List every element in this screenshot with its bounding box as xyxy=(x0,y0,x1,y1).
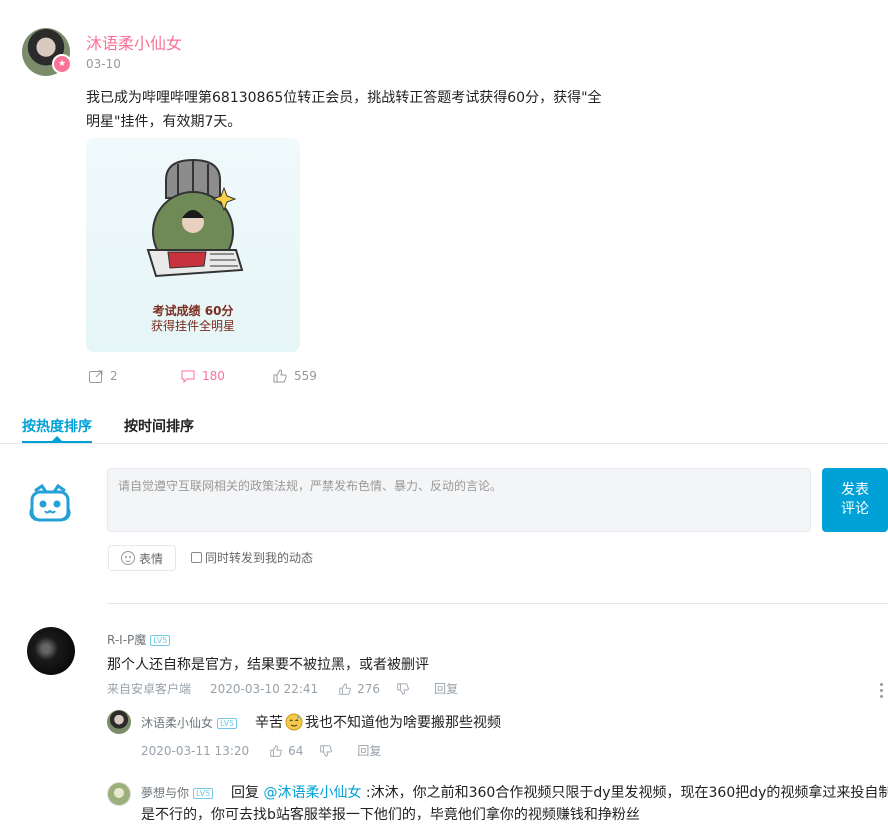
tabs-divider xyxy=(0,443,888,444)
thumbs-up-icon[interactable] xyxy=(269,744,283,758)
active-tab-underline xyxy=(22,441,92,443)
emoji-face-icon xyxy=(120,551,135,565)
active-tab-caret-icon xyxy=(52,436,62,441)
checkbox-icon xyxy=(191,552,202,563)
verified-badge-icon: ★ xyxy=(52,54,72,74)
reply-text-part1: 辛苦 xyxy=(255,715,283,731)
comment-time: 2020-03-10 22:41 xyxy=(210,681,319,696)
comment-like-count: 276 xyxy=(357,681,381,696)
forward-to-feed-checkbox[interactable]: 同时转发到我的动态 xyxy=(191,549,313,566)
reply-author-name: 沐语柔小仙女 xyxy=(141,716,214,730)
forward-count: 2 xyxy=(110,369,118,383)
post-author-avatar[interactable]: ★ xyxy=(22,28,72,76)
post-author-name[interactable]: 沐语柔小仙女 xyxy=(86,30,182,54)
reply-text-part: :沐沐，你之前和360合作视频只限于dy里发视频，现在360把dy的视频拿过来投… xyxy=(365,785,888,801)
comment-count: 180 xyxy=(202,369,225,383)
comment-reply-button[interactable]: 回复 xyxy=(434,680,458,697)
reply-like-count: 64 xyxy=(288,743,304,758)
level-badge: LV5 xyxy=(150,635,171,646)
reply-meta: 2020-03-11 13:20 64 回复 xyxy=(141,742,381,759)
thumbs-down-icon[interactable] xyxy=(396,682,410,696)
reply-author-avatar[interactable] xyxy=(107,710,131,734)
comment-author-name: R-I-P魔 xyxy=(107,633,147,647)
mention-link[interactable]: @沐语柔小仙女 xyxy=(263,785,361,801)
send-button-line1: 发表 xyxy=(841,482,869,498)
reply-text-part2: 我也不知道他为啥要搬那些视频 xyxy=(305,715,501,731)
emoji-button[interactable]: 表情 xyxy=(108,545,176,571)
pendant-illustration xyxy=(146,158,244,278)
thumbs-up-icon[interactable] xyxy=(338,682,352,696)
comment-input[interactable]: 请自觉遵守互联网相关的政策法规，严禁发布色情、暴力、反动的言论。 xyxy=(107,468,811,532)
comment-input-placeholder: 请自觉遵守互联网相关的政策法规，严禁发布色情、暴力、反动的言论。 xyxy=(118,479,503,493)
forward-button[interactable]: 2 xyxy=(88,368,118,384)
tv-mascot-avatar-icon xyxy=(29,483,71,522)
composer-divider xyxy=(107,603,888,604)
post-text: 我已成为哔哩哔哩第68130865位转正会员，挑战转正答题考试获得60分，获得"… xyxy=(86,86,618,134)
reply-author[interactable]: 沐语柔小仙女 LV5 xyxy=(141,714,238,731)
forward-icon xyxy=(89,370,103,383)
emoji-button-label: 表情 xyxy=(138,551,163,566)
send-comment-button[interactable]: 发表 评论 xyxy=(822,468,888,532)
reply-author[interactable]: 夢想与你 LV5 xyxy=(141,784,214,801)
thumbs-up-icon xyxy=(273,369,287,383)
like-count: 559 xyxy=(294,369,317,383)
reply-text-line2: 是不行的，你可去找b站客服举报一下他们的，毕竟他们拿你的视频赚钱和挣粉丝 xyxy=(141,807,640,823)
thumbs-down-icon[interactable] xyxy=(319,744,333,758)
comment-author[interactable]: R-I-P魔 LV5 xyxy=(107,631,171,648)
reply-text-line1: 回复 @沐语柔小仙女 :沐沐，你之前和360合作视频只限于dy里发视频，现在36… xyxy=(231,782,888,802)
reply-time: 2020-03-11 13:20 xyxy=(141,743,250,758)
tab-sort-time[interactable]: 按时间排序 xyxy=(124,416,194,436)
like-button[interactable]: 559 xyxy=(272,368,317,384)
post-text-line2: 明星"挂件，有效期7天。 xyxy=(86,114,242,130)
reply-word: 回复 xyxy=(231,785,259,801)
comment-source: 来自安卓客户端 xyxy=(107,682,192,696)
reply-author-name: 夢想与你 xyxy=(141,786,190,800)
post-text-line1: 我已成为哔哩哔哩第68130865位转正会员，挑战转正答题考试获得60分，获得"… xyxy=(86,90,602,106)
level-badge: LV5 xyxy=(193,788,214,799)
reply-reply-button[interactable]: 回复 xyxy=(357,742,381,759)
post-date: 03-10 xyxy=(86,57,121,71)
more-options-icon[interactable] xyxy=(880,683,884,701)
reply-text: 辛苦 我也不知道他为啥要搬那些视频 xyxy=(255,712,501,732)
pendant-reward-caption: 获得挂件全明星 xyxy=(150,319,235,333)
sweat-emoji-icon xyxy=(285,713,303,731)
comment-author-avatar[interactable] xyxy=(27,627,75,675)
send-button-line2: 评论 xyxy=(841,501,869,517)
forward-to-feed-label: 同时转发到我的动态 xyxy=(205,551,314,565)
pendant-card-image[interactable]: 考试成绩 60分 获得挂件全明星 xyxy=(86,138,300,352)
comment-meta: 来自安卓客户端 2020-03-10 22:41 276 回复 xyxy=(107,680,458,697)
comment-text: 那个人还自称是官方，结果要不被拉黑，或者被删评 xyxy=(107,657,429,673)
reply-author-avatar[interactable] xyxy=(107,782,131,806)
comment-button[interactable]: 180 xyxy=(180,368,225,384)
comment-icon xyxy=(181,370,195,384)
tab-sort-hot[interactable]: 按热度排序 xyxy=(22,416,92,436)
level-badge: LV5 xyxy=(217,718,238,729)
